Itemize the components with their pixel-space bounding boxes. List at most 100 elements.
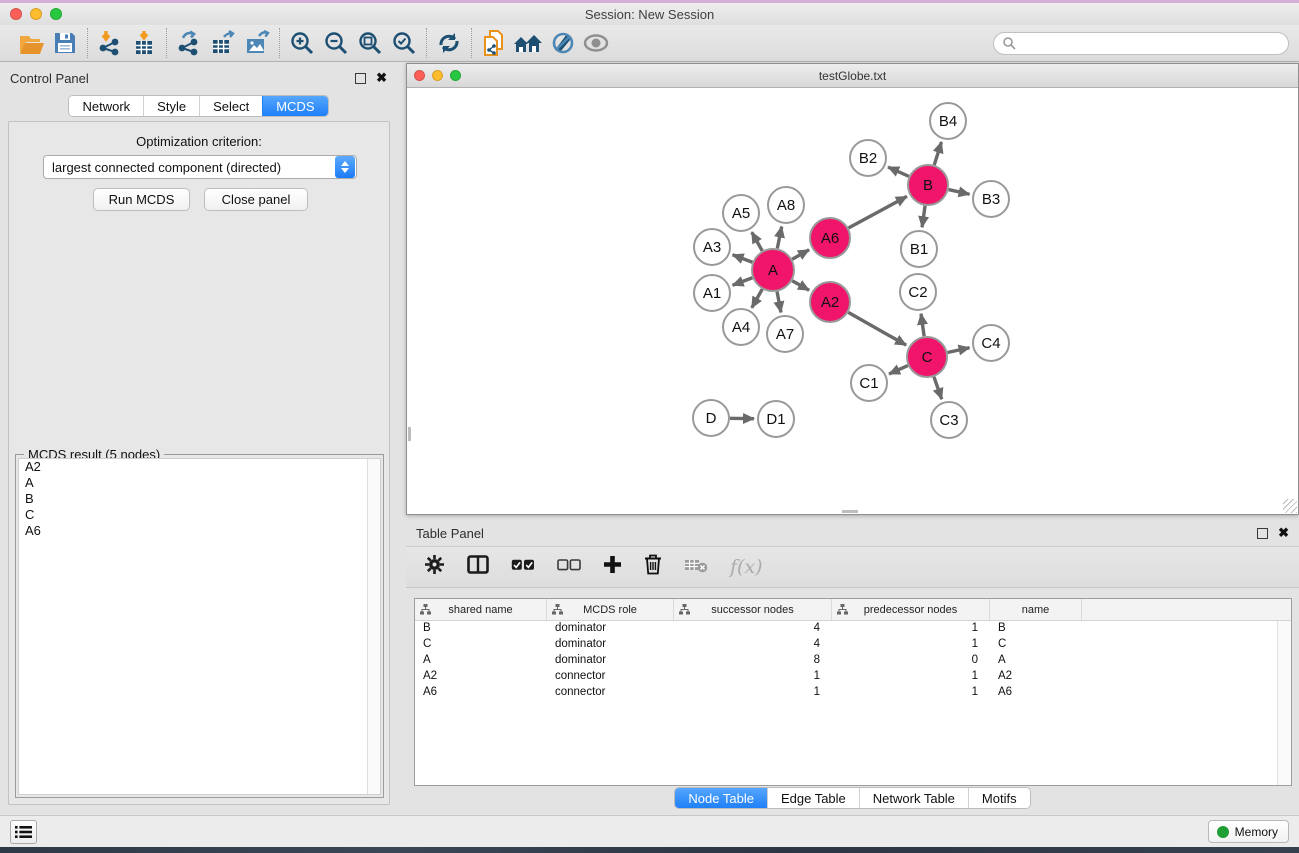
search-input[interactable] (1016, 35, 1280, 51)
table-cell[interactable]: C (415, 637, 547, 653)
hide-graphics-details-icon[interactable] (545, 27, 579, 59)
toolbar-separator (279, 28, 280, 58)
table-header[interactable]: shared name MCDS role successor nodesprede… (415, 599, 1291, 621)
table-cell[interactable]: 1 (674, 669, 832, 685)
settings-gear-icon[interactable] (424, 554, 445, 580)
canvas-hscroll-thumb[interactable] (842, 510, 858, 513)
table-cell[interactable]: A6 (415, 685, 547, 701)
table-cell[interactable]: A6 (990, 685, 1082, 701)
save-session-icon[interactable] (48, 27, 82, 59)
table-cell[interactable]: A (990, 653, 1082, 669)
result-item[interactable]: C (19, 507, 380, 523)
column-header-MCDS-role[interactable]: MCDS role (547, 599, 674, 620)
zoom-fit-icon[interactable] (353, 27, 387, 59)
search-box[interactable] (993, 32, 1289, 55)
export-network-icon[interactable] (172, 27, 206, 59)
result-item[interactable]: A6 (19, 523, 380, 539)
node-label-C2: C2 (908, 284, 927, 301)
float-panel-icon[interactable] (355, 73, 366, 84)
table-cell[interactable]: 8 (674, 653, 832, 669)
table-cell[interactable]: B (990, 621, 1082, 637)
export-image-icon[interactable] (240, 27, 274, 59)
close-panel-icon[interactable]: ✖ (376, 70, 387, 86)
table-cell[interactable]: 4 (674, 637, 832, 653)
table-cell[interactable]: C (990, 637, 1082, 653)
deselect-all-icon[interactable] (557, 558, 581, 576)
open-session-icon[interactable] (14, 27, 48, 59)
tab-style[interactable]: Style (143, 96, 199, 116)
canvas-vscroll-thumb[interactable] (408, 427, 411, 441)
close-panel-button[interactable]: Close panel (204, 188, 308, 211)
table-cell[interactable]: 1 (832, 621, 990, 637)
table-cell[interactable]: connector (547, 685, 674, 701)
table-body[interactable]: Bdominator41BCdominator41CAdominator80AA… (415, 621, 1291, 701)
tab-network-table[interactable]: Network Table (859, 788, 968, 808)
table-cell[interactable]: dominator (547, 621, 674, 637)
tab-motifs[interactable]: Motifs (968, 788, 1030, 808)
table-cell[interactable]: B (415, 621, 547, 637)
table-row[interactable]: A6connector11A6 (415, 685, 1291, 701)
optimization-criterion-dropdown[interactable]: largest connected component (directed) (43, 155, 357, 179)
tab-edge-table[interactable]: Edge Table (767, 788, 859, 808)
table-row[interactable]: Cdominator41C (415, 637, 1291, 653)
table-row[interactable]: Bdominator41B (415, 621, 1291, 637)
result-item[interactable]: A (19, 475, 380, 491)
zoom-in-icon[interactable] (285, 27, 319, 59)
tab-mcds[interactable]: MCDS (262, 96, 327, 116)
float-table-panel-icon[interactable] (1257, 528, 1268, 539)
table-cell[interactable]: dominator (547, 653, 674, 669)
table-cell[interactable]: 1 (832, 685, 990, 701)
table-cell[interactable]: A2 (415, 669, 547, 685)
task-history-button[interactable] (10, 820, 37, 844)
refresh-layout-icon[interactable] (432, 27, 466, 59)
edge-B-B1 (922, 206, 925, 227)
tab-select[interactable]: Select (199, 96, 262, 116)
add-row-icon[interactable] (603, 555, 622, 579)
table-cell[interactable]: 1 (832, 669, 990, 685)
table-scrollbar[interactable] (1277, 621, 1291, 785)
node-label-D1: D1 (766, 411, 785, 428)
column-header-predecessor-nodes[interactable]: predecessor nodes (832, 599, 990, 620)
network-window-titlebar[interactable]: testGlobe.txt (407, 64, 1298, 88)
tab-network[interactable]: Network (69, 96, 143, 116)
memory-button[interactable]: Memory (1208, 820, 1289, 843)
run-mcds-button[interactable]: Run MCDS (93, 188, 190, 211)
close-table-panel-icon[interactable]: ✖ (1278, 525, 1289, 541)
node-table[interactable]: shared name MCDS role successor nodesprede… (414, 598, 1292, 786)
delete-rows-icon[interactable] (644, 554, 662, 580)
import-table-icon[interactable] (127, 27, 161, 59)
select-all-icon[interactable] (511, 558, 535, 576)
table-cell[interactable]: A2 (990, 669, 1082, 685)
column-header-shared-name[interactable]: shared name (415, 599, 547, 620)
table-cell[interactable]: dominator (547, 637, 674, 653)
window-resize-grip[interactable] (1283, 499, 1297, 513)
column-header-successor-nodes[interactable]: successor nodes (674, 599, 832, 620)
table-row[interactable]: Adominator80A (415, 653, 1291, 669)
table-cell[interactable]: 1 (832, 637, 990, 653)
table-tabs: Node TableEdge TableNetwork TableMotifs (674, 787, 1030, 809)
home-icon[interactable] (511, 27, 545, 59)
column-header-name[interactable]: name (990, 599, 1082, 620)
network-canvas[interactable]: ABCA2A6A1A3A4A5A7A8B1B2B3B4C1C2C3C4DD1 (408, 89, 1297, 513)
tab-node-table[interactable]: Node Table (675, 788, 767, 808)
show-graphics-details-icon[interactable] (579, 27, 613, 59)
table-cell[interactable]: connector (547, 669, 674, 685)
export-table-icon[interactable] (206, 27, 240, 59)
mcds-result-list[interactable]: A2ABCA6 (18, 458, 381, 795)
table-cell[interactable]: 4 (674, 621, 832, 637)
zoom-out-icon[interactable] (319, 27, 353, 59)
destroy-table-icon[interactable] (684, 557, 708, 578)
column-selector-icon[interactable] (467, 555, 489, 579)
result-scrollbar[interactable] (367, 459, 380, 794)
function-builder-icon[interactable]: f(x) (730, 556, 763, 578)
table-cell[interactable]: A (415, 653, 547, 669)
import-network-icon[interactable] (93, 27, 127, 59)
column-header-label: MCDS role (583, 604, 637, 616)
table-cell[interactable]: 1 (674, 685, 832, 701)
result-item[interactable]: A2 (19, 459, 380, 475)
result-item[interactable]: B (19, 491, 380, 507)
clone-network-icon[interactable] (477, 27, 511, 59)
table-row[interactable]: A2connector11A2 (415, 669, 1291, 685)
zoom-selected-icon[interactable] (387, 27, 421, 59)
table-cell[interactable]: 0 (832, 653, 990, 669)
